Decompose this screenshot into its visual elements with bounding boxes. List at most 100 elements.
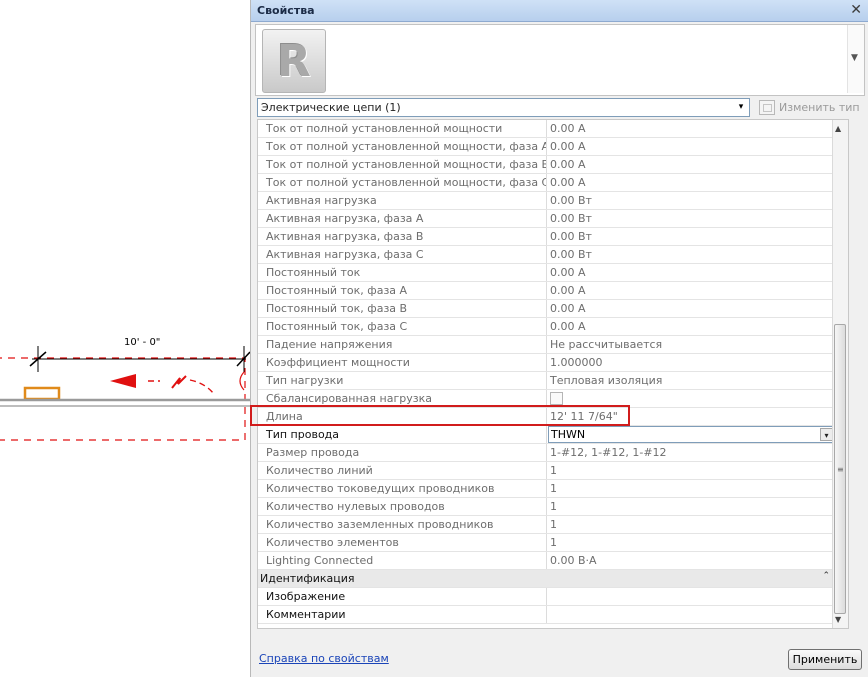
property-label: Коэффициент мощности <box>258 354 547 371</box>
property-value[interactable]: 0.00 A <box>547 174 833 191</box>
grip-icon: ≡ <box>837 465 844 474</box>
property-value[interactable] <box>547 588 833 605</box>
revit-logo-icon: R <box>262 29 326 93</box>
property-value[interactable]: 0.00 A <box>547 282 833 299</box>
grid-scrollbar[interactable]: ▲ ≡ ▼ <box>832 120 848 628</box>
chevron-down-icon[interactable]: ▾ <box>734 100 748 115</box>
property-row[interactable]: Количество элементов 1 <box>258 534 848 552</box>
properties-palette: Свойства ✕ R ▼ Электрические цепи (1) ▾ … <box>250 0 868 677</box>
property-row[interactable]: Ток от полной установленной мощности 0.00… <box>258 120 848 138</box>
property-value[interactable]: 0.00 B·A <box>547 552 833 569</box>
circuit-drawing: 10' - 0" <box>0 337 251 441</box>
property-value[interactable]: 0.00 Вт <box>547 228 833 245</box>
dimension-label: 10' - 0" <box>124 337 160 348</box>
property-value[interactable]: 1 <box>547 516 833 533</box>
collapse-icon[interactable]: ⌃ <box>822 571 830 581</box>
property-row[interactable]: Количество линий 1 <box>258 462 848 480</box>
group-identification[interactable]: Идентификация ⌃ <box>258 570 848 588</box>
type-selector-value: Электрические цепи (1) <box>261 101 401 114</box>
property-value[interactable]: Не рассчитывается <box>547 336 833 353</box>
property-row[interactable]: Постоянный ток, фаза B 0.00 A <box>258 300 848 318</box>
scroll-thumb[interactable]: ≡ <box>834 324 846 614</box>
property-row[interactable]: Постоянный ток 0.00 A <box>258 264 848 282</box>
property-label: Активная нагрузка, фаза A <box>258 210 547 227</box>
property-label: Количество элементов <box>258 534 547 551</box>
property-row[interactable]: Количество нулевых проводов 1 <box>258 498 848 516</box>
scroll-down-icon: ▼ <box>851 53 858 63</box>
scroll-up-icon[interactable]: ▲ <box>835 124 841 133</box>
property-label: Количество токоведущих проводников <box>258 480 547 497</box>
group-label: Идентификация <box>260 572 355 585</box>
property-value[interactable] <box>547 606 833 623</box>
property-value[interactable]: 1 <box>547 534 833 551</box>
property-value[interactable]: 1 <box>547 498 833 515</box>
property-label: Размер провода <box>258 444 547 461</box>
property-value[interactable]: 0.00 A <box>547 264 833 281</box>
property-row[interactable]: Размер провода 1-#12, 1-#12, 1-#12 <box>258 444 848 462</box>
property-label: Комментарии <box>258 606 547 623</box>
property-value[interactable]: 1-#12, 1-#12, 1-#12 <box>547 444 833 461</box>
property-row[interactable]: Постоянный ток, фаза A 0.00 A <box>258 282 848 300</box>
property-value[interactable]: 1.000000 <box>547 354 833 371</box>
property-label: Изображение <box>258 588 547 605</box>
property-row[interactable]: Ток от полной установленной мощности, фа… <box>258 174 848 192</box>
comments-row[interactable]: Комментарии <box>258 606 848 624</box>
property-label: Активная нагрузка, фаза C <box>258 246 547 263</box>
property-row[interactable]: Количество токоведущих проводников 1 <box>258 480 848 498</box>
property-label: Тип провода <box>258 426 547 443</box>
property-value[interactable]: 0.00 Вт <box>547 192 833 209</box>
property-value[interactable]: Тепловая изоляция <box>547 372 833 389</box>
properties-help-link[interactable]: Справка по свойствам <box>259 652 389 665</box>
property-label: Ток от полной установленной мощности, фа… <box>258 138 547 155</box>
apply-button[interactable]: Применить <box>788 649 862 670</box>
property-value[interactable]: 0.00 Вт <box>547 210 833 227</box>
palette-titlebar[interactable]: Свойства ✕ <box>251 0 868 22</box>
property-value[interactable]: 1 <box>547 480 833 497</box>
light-fixture[interactable] <box>23 386 61 401</box>
length-highlight-box <box>250 405 630 426</box>
property-row[interactable]: Ток от полной установленной мощности, фа… <box>258 156 848 174</box>
property-row[interactable]: Количество заземленных проводников 1 <box>258 516 848 534</box>
property-row[interactable]: Тип провода THWN ▾ <box>258 426 848 444</box>
palette-title: Свойства <box>257 4 315 17</box>
edit-type-label: Изменить тип <box>779 101 860 114</box>
preview-scrollbar[interactable]: ▼ <box>847 25 864 93</box>
property-value[interactable]: 0.00 A <box>547 300 833 317</box>
property-value[interactable]: 0.00 A <box>547 156 833 173</box>
property-label: Ток от полной установленной мощности, фа… <box>258 156 547 173</box>
property-value[interactable]: 1 <box>547 462 833 479</box>
property-row[interactable]: Активная нагрузка 0.00 Вт <box>258 192 848 210</box>
scroll-down-icon[interactable]: ▼ <box>835 615 841 624</box>
property-row[interactable]: Тип нагрузки Тепловая изоляция <box>258 372 848 390</box>
balanced-load-checkbox[interactable] <box>550 391 563 405</box>
type-selector-dropdown[interactable]: Электрические цепи (1) ▾ <box>257 98 750 117</box>
property-value[interactable]: 0.00 A <box>547 138 833 155</box>
image-row[interactable]: Изображение <box>258 588 848 606</box>
property-label: Постоянный ток <box>258 264 547 281</box>
properties-grid: Ток от полной установленной мощности 0.00… <box>257 119 849 629</box>
property-row[interactable]: Ток от полной установленной мощности, фа… <box>258 138 848 156</box>
property-label: Активная нагрузка, фаза B <box>258 228 547 245</box>
property-value[interactable]: 0.00 A <box>547 318 833 335</box>
property-row[interactable]: Активная нагрузка, фаза A 0.00 Вт <box>258 210 848 228</box>
property-label: Количество нулевых проводов <box>258 498 547 515</box>
property-row[interactable]: Постоянный ток, фаза C 0.00 A <box>258 318 848 336</box>
property-row[interactable]: Lighting Connected 0.00 B·A <box>258 552 848 570</box>
property-row[interactable]: Активная нагрузка, фаза B 0.00 Вт <box>258 228 848 246</box>
close-icon[interactable]: ✕ <box>850 2 862 18</box>
property-row[interactable]: Коэффициент мощности 1.000000 <box>258 354 848 372</box>
property-row[interactable]: Падение напряжения Не рассчитывается <box>258 336 848 354</box>
property-row[interactable]: Активная нагрузка, фаза C 0.00 Вт <box>258 246 848 264</box>
property-label: Количество линий <box>258 462 547 479</box>
wire-type-value: THWN <box>551 428 586 441</box>
property-label: Тип нагрузки <box>258 372 547 389</box>
property-label: Lighting Connected <box>258 552 547 569</box>
wire-type-select[interactable]: THWN ▾ <box>548 426 835 443</box>
type-preview: R ▼ <box>255 24 865 96</box>
drawing-canvas[interactable]: 10' - 0" <box>0 0 251 677</box>
property-label: Постоянный ток, фаза B <box>258 300 547 317</box>
edit-type-button[interactable]: Изменить тип <box>757 98 861 117</box>
circuit-arrow <box>110 374 136 388</box>
property-value[interactable]: 0.00 Вт <box>547 246 833 263</box>
property-value[interactable]: 0.00 A <box>547 120 833 137</box>
